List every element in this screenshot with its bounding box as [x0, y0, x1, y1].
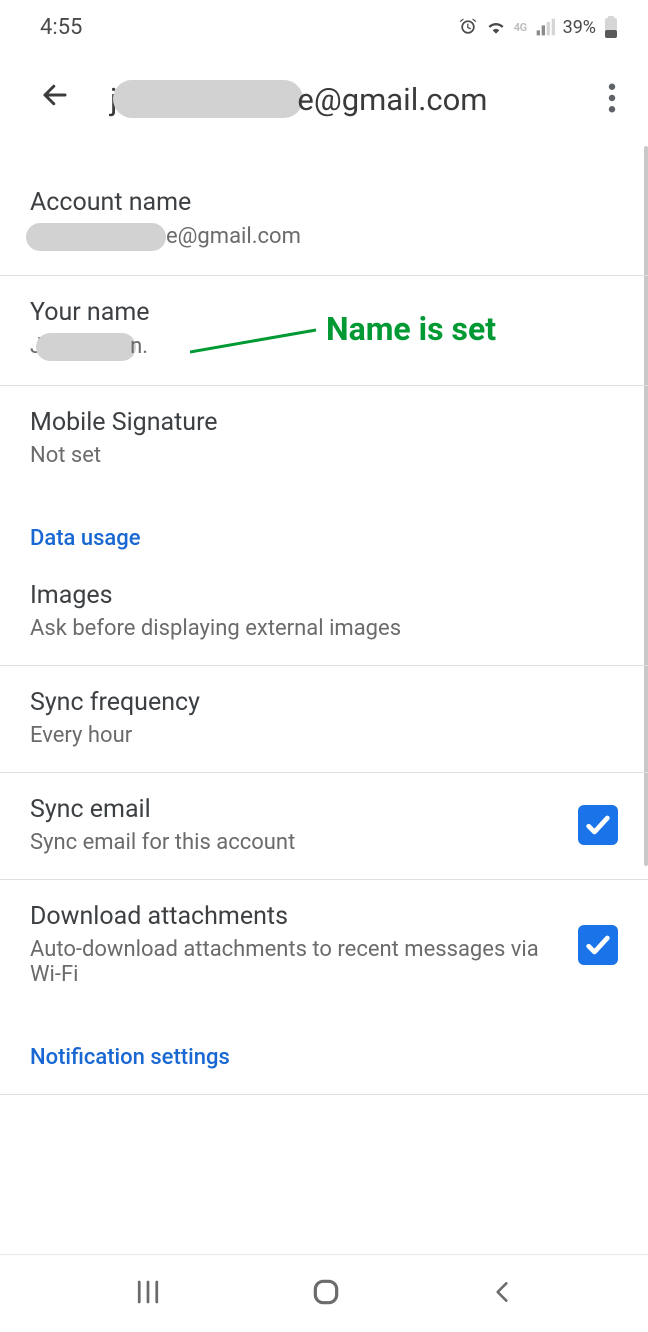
- settings-list: Account name e@gmail.com Your name Jn. M…: [0, 154, 648, 1095]
- setting-download-attachments[interactable]: Download attachments Auto-download attac…: [0, 880, 648, 1011]
- nav-back-button[interactable]: [479, 1269, 525, 1318]
- redacted-text: [36, 333, 136, 361]
- more-button[interactable]: [596, 75, 628, 124]
- android-nav-bar: [0, 1254, 648, 1332]
- setting-value: Jn.: [30, 333, 618, 361]
- app-bar: j e@gmail.com: [0, 54, 648, 154]
- sync-email-checkbox[interactable]: [578, 805, 618, 845]
- setting-value: Sync email for this account: [30, 830, 558, 855]
- setting-value: Auto-download attachments to recent mess…: [30, 937, 558, 987]
- setting-title: Download attachments: [30, 902, 558, 937]
- setting-title: Images: [30, 581, 618, 616]
- setting-your-name[interactable]: Your name Jn.: [0, 276, 648, 386]
- setting-mobile-signature[interactable]: Mobile Signature Not set: [0, 386, 648, 492]
- section-data-usage: Data usage: [0, 492, 648, 559]
- battery-icon: [604, 16, 618, 38]
- status-bar: 4:55 4G 39%: [0, 0, 648, 54]
- setting-value: Not set: [30, 443, 618, 468]
- page-title: j e@gmail.com: [110, 80, 564, 118]
- status-right: 4G 39%: [458, 16, 618, 38]
- section-notification-settings: Notification settings: [0, 1011, 648, 1095]
- setting-title: Sync frequency: [30, 688, 618, 723]
- title-suffix: e@gmail.com: [297, 81, 487, 118]
- setting-value: e@gmail.com: [30, 223, 618, 251]
- redacted-text: [113, 80, 303, 118]
- setting-title: Sync email: [30, 795, 558, 830]
- back-button[interactable]: [32, 72, 78, 126]
- setting-title: Mobile Signature: [30, 408, 618, 443]
- setting-title: Your name: [30, 298, 618, 333]
- status-time: 4:55: [40, 15, 82, 40]
- download-attachments-checkbox[interactable]: [578, 925, 618, 965]
- redacted-text: [26, 223, 166, 251]
- alarm-icon: [458, 17, 478, 37]
- setting-value: Every hour: [30, 723, 618, 748]
- setting-title: Account name: [30, 188, 618, 223]
- setting-value: Ask before displaying external images: [30, 616, 618, 641]
- battery-percent: 39%: [563, 17, 596, 38]
- network-type-label: 4G: [514, 21, 527, 34]
- wifi-icon: [486, 17, 506, 37]
- nav-home-button[interactable]: [300, 1266, 352, 1321]
- signal-icon: [535, 17, 555, 37]
- setting-sync-frequency[interactable]: Sync frequency Every hour: [0, 666, 648, 773]
- setting-account-name[interactable]: Account name e@gmail.com: [0, 154, 648, 276]
- nav-recents-button[interactable]: [123, 1267, 173, 1320]
- setting-sync-email[interactable]: Sync email Sync email for this account: [0, 773, 648, 880]
- setting-images[interactable]: Images Ask before displaying external im…: [0, 559, 648, 666]
